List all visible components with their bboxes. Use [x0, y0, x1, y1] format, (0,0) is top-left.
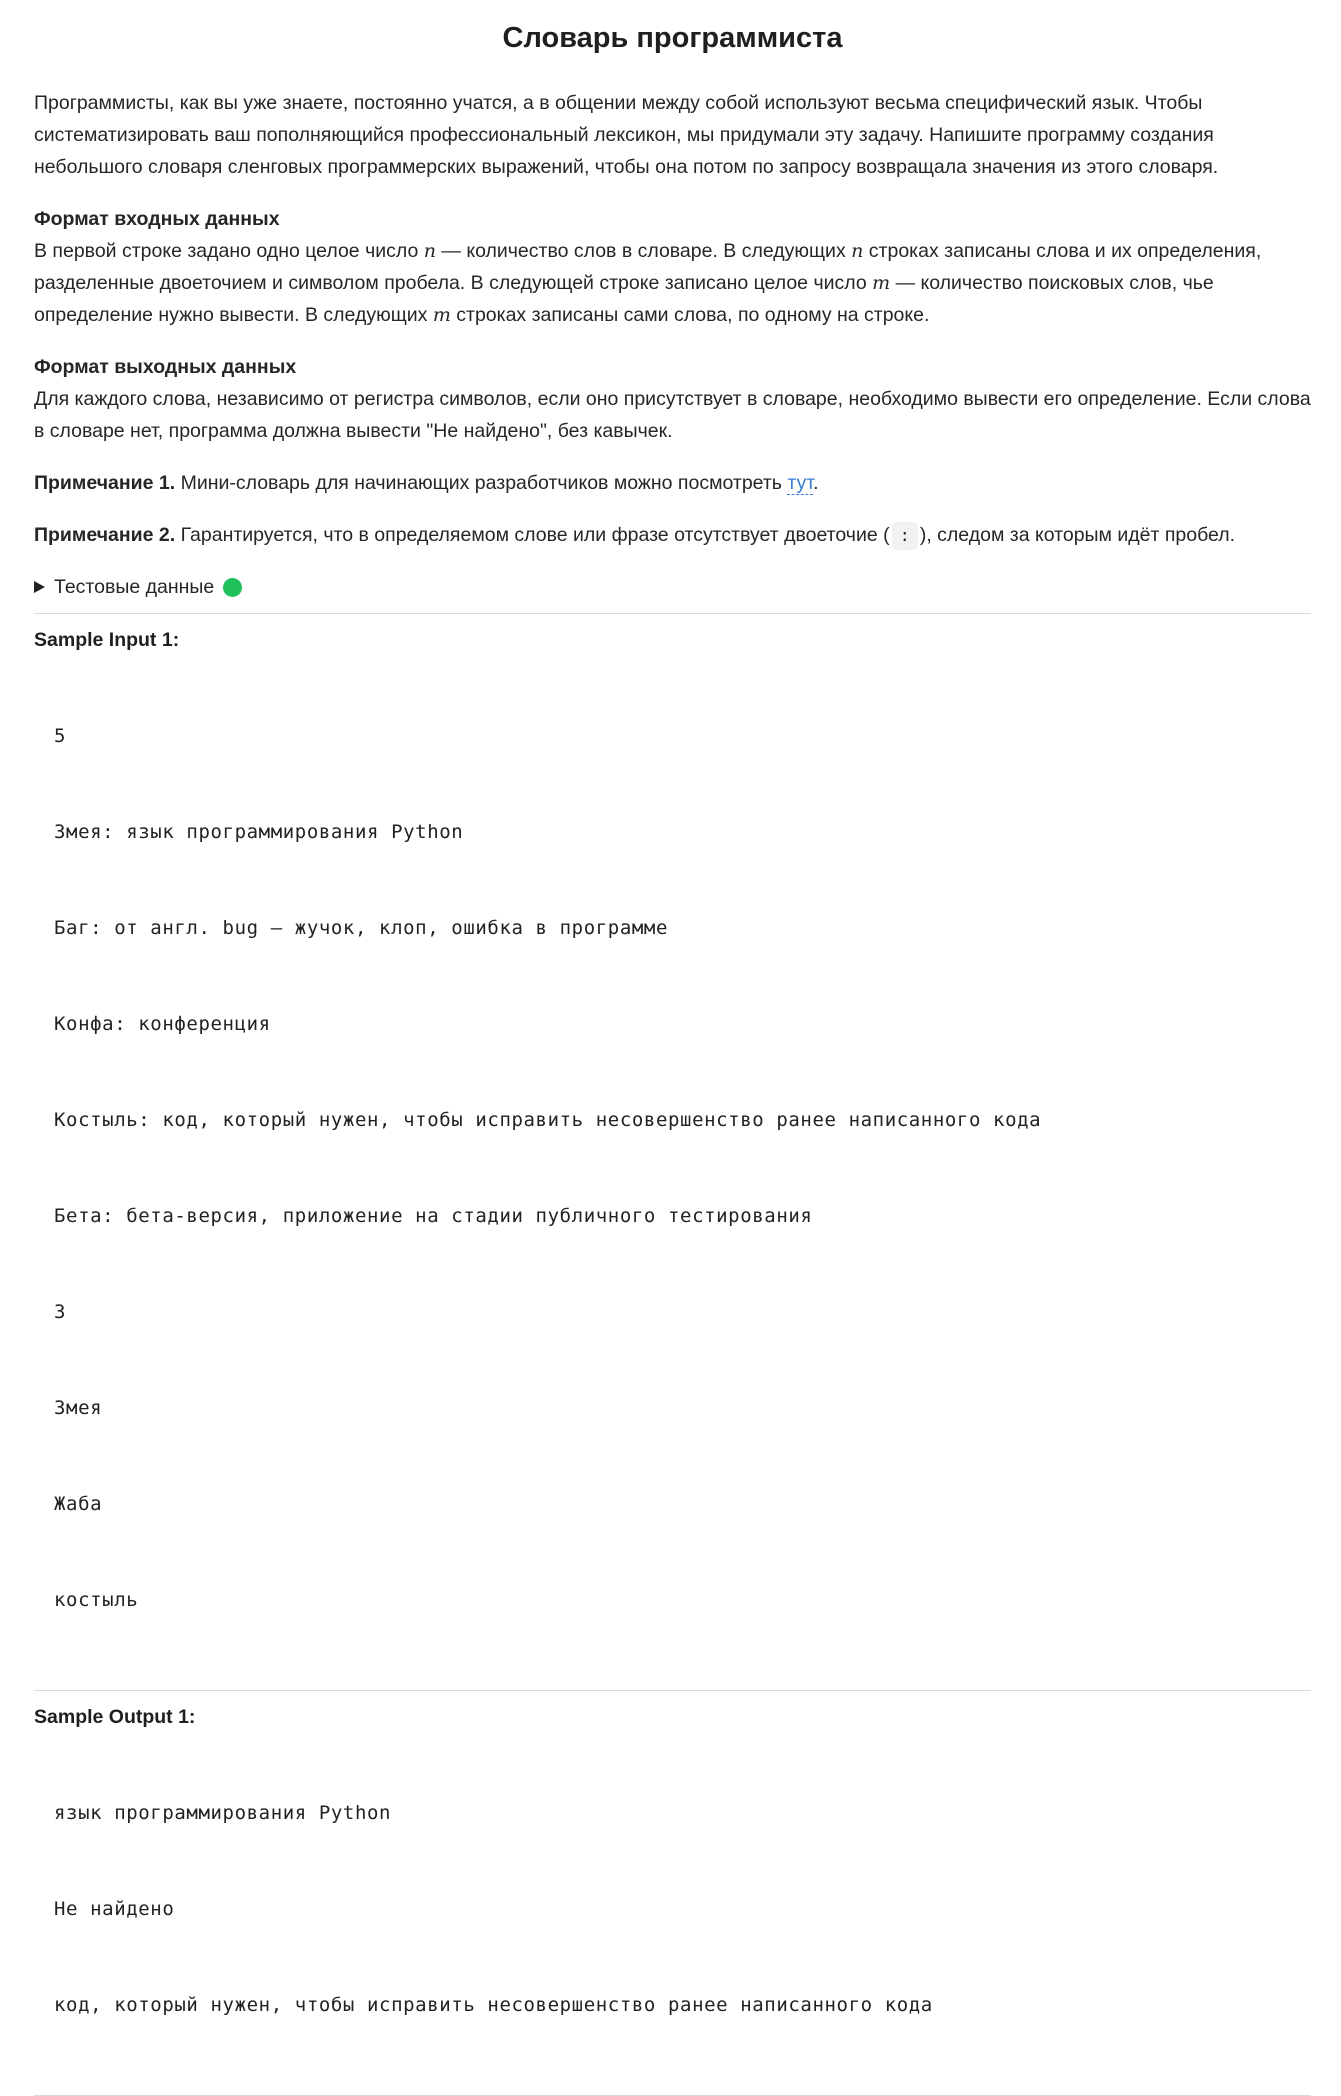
code-line: 3 [54, 1301, 67, 1323]
code-line: Конфа: конференция [54, 1013, 271, 1035]
test-data-toggle[interactable]: Тестовые данные [34, 571, 1311, 603]
note-1-text: Мини-словарь для начинающих разработчико… [175, 472, 788, 494]
note-2-label: Примечание 2. [34, 524, 176, 546]
code-line: Змея: язык программирования Python [54, 821, 464, 843]
problem-page: Словарь программиста Программисты, как в… [0, 0, 1341, 2096]
code-line: Костыль: код, который нужен, чтобы испра… [54, 1109, 1042, 1131]
code-line: Не найдено [54, 1898, 175, 1920]
note-2-text-after: ), следом за которым идёт пробел. [919, 524, 1236, 546]
sample-input-section: Sample Input 1: 5 Змея: язык программиро… [34, 624, 1311, 1680]
divider [34, 1690, 1311, 1691]
math-var-m: m [872, 272, 891, 294]
sample-output-section: Sample Output 1: язык программирования P… [34, 1701, 1311, 2085]
divider [34, 613, 1311, 614]
sample-output-code: язык программирования Python Не найдено … [34, 1733, 1311, 2085]
test-data-label: Тестовые данные [54, 575, 215, 598]
code-line: костыль [54, 1589, 139, 1611]
input-format-text-2: — количество слов в словаре. В следующих [435, 240, 852, 262]
note-2-text-before: Гарантируется, что в определяемом слове … [175, 524, 890, 546]
code-line: Жаба [54, 1493, 103, 1515]
note-1: Примечание 1. Мини-словарь для начинающи… [34, 467, 1311, 499]
status-dot-icon [223, 577, 243, 597]
input-format-text-5: строках записаны сами слова, по одному н… [450, 304, 930, 326]
math-var-n: n [423, 240, 436, 262]
note-1-label: Примечание 1. [34, 472, 176, 494]
code-line: Баг: от англ. bug — жучок, клоп, ошибка … [54, 917, 668, 939]
code-line: 5 [54, 725, 67, 747]
note-2: Примечание 2. Гарантируется, что в опред… [34, 519, 1311, 551]
colon-code: : [891, 522, 918, 550]
code-line: Змея [54, 1397, 103, 1419]
sample-input-code: 5 Змея: язык программирования Python Баг… [34, 656, 1311, 1680]
disclosure-triangle-icon [34, 581, 45, 593]
dictionary-link[interactable]: тут [787, 472, 814, 495]
intro-paragraph: Программисты, как вы уже знаете, постоян… [34, 92, 1219, 178]
output-format-section: Формат выходных данных Для каждого слова… [34, 351, 1311, 447]
input-format-text-1: В первой строке задано одно целое число [34, 240, 424, 262]
sample-output-title: Sample Output 1: [34, 1706, 196, 1728]
math-var-m: m [432, 304, 451, 326]
input-format-section: Формат входных данных В первой строке за… [34, 203, 1311, 331]
note-1-end: . [813, 472, 819, 494]
math-var-n: n [851, 240, 864, 262]
input-format-heading: Формат входных данных [34, 208, 280, 230]
sample-input-title: Sample Input 1: [34, 629, 180, 651]
output-format-heading: Формат выходных данных [34, 356, 297, 378]
page-title: Словарь программиста [502, 22, 843, 54]
code-line: язык программирования Python [54, 1802, 392, 1824]
code-line: Бета: бета-версия, приложение на стадии … [54, 1205, 813, 1227]
code-line: код, который нужен, чтобы исправить несо… [54, 1994, 933, 2016]
output-format-text: Для каждого слова, независимо от регистр… [34, 388, 1311, 442]
